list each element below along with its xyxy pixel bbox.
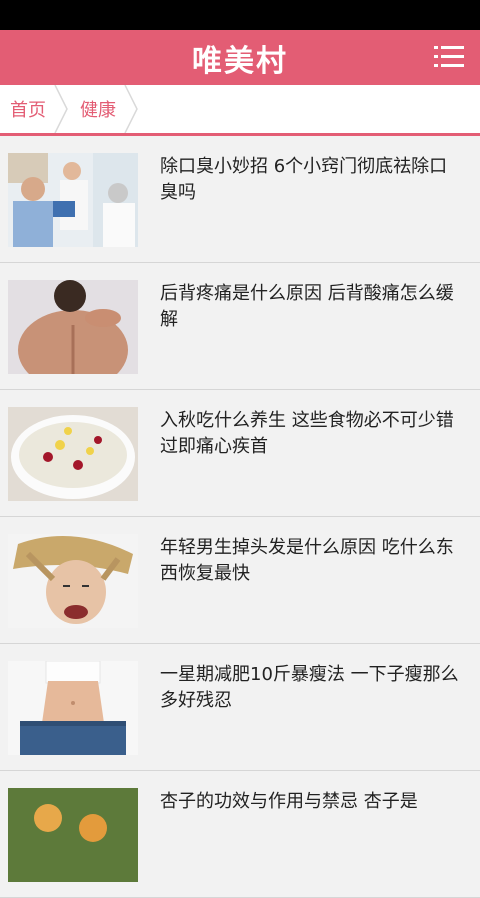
article-item[interactable]: 除口臭小妙招 6个小窍门彻底祛除口臭吗 [0,136,480,263]
app-header: 唯美村 [0,30,480,85]
article-thumbnail-back-pain [8,280,138,374]
breadcrumb-health[interactable]: 健康 [68,85,138,133]
menu-icon[interactable] [434,44,464,70]
article-list: 除口臭小妙招 6个小窍门彻底祛除口臭吗 后背疼痛是什么原因 后背酸痛怎么缓解 入… [0,136,480,898]
app-title: 唯美村 [192,43,288,79]
article-thumbnail-apricot [8,788,138,882]
article-thumbnail-weight-loss [8,661,138,755]
breadcrumb-health-label: 健康 [80,100,116,121]
article-item[interactable]: 后背疼痛是什么原因 后背酸痛怎么缓解 [0,263,480,390]
article-title: 年轻男生掉头发是什么原因 吃什么东西恢复最快 [160,537,454,584]
status-bar [0,0,480,30]
article-title: 除口臭小妙招 6个小窍门彻底祛除口臭吗 [160,156,448,203]
article-title: 后背疼痛是什么原因 后背酸痛怎么缓解 [160,283,454,330]
breadcrumb-separator-icon [124,85,138,133]
breadcrumb: 首页 健康 [0,85,480,136]
article-item[interactable]: 一星期减肥10斤暴瘦法 一下子瘦那么多好残忍 [0,644,480,771]
article-item[interactable]: 入秋吃什么养生 这些食物必不可少错过即痛心疾首 [0,390,480,517]
article-item[interactable]: 年轻男生掉头发是什么原因 吃什么东西恢复最快 [0,517,480,644]
article-thumbnail-dentist [8,153,138,247]
article-thumbnail-soup-bowl [8,407,138,501]
article-title: 一星期减肥10斤暴瘦法 一下子瘦那么多好残忍 [160,664,459,711]
article-thumbnail-hair-loss [8,534,138,628]
article-item[interactable]: 杏子的功效与作用与禁忌 杏子是 [0,771,480,898]
article-title: 杏子的功效与作用与禁忌 杏子是 [160,791,418,812]
breadcrumb-separator-icon [54,85,68,133]
breadcrumb-home-label: 首页 [10,100,46,121]
article-title: 入秋吃什么养生 这些食物必不可少错过即痛心疾首 [160,410,454,457]
breadcrumb-home[interactable]: 首页 [0,85,68,133]
